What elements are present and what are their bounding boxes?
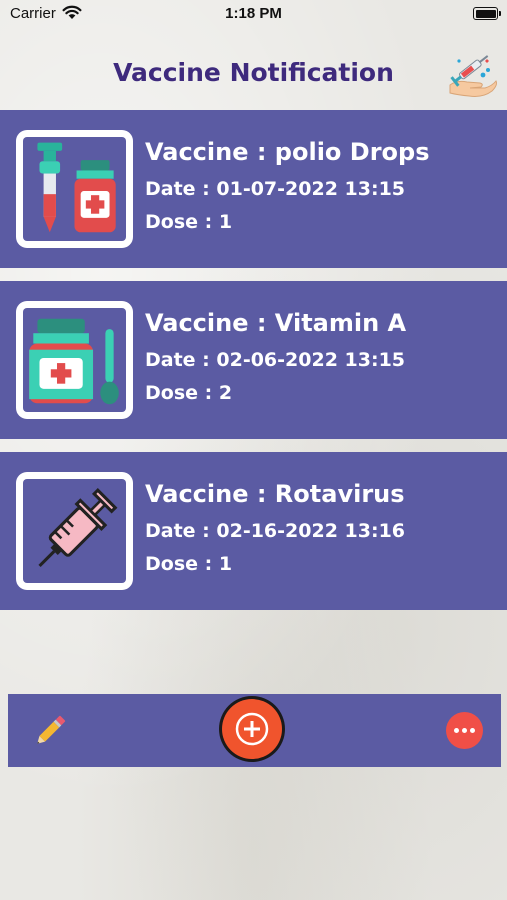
more-dots-icon[interactable] [446,712,483,749]
dropper-bottle-icon [37,142,116,233]
vaccine-hand-logo-icon [449,55,497,97]
vaccine-name: Vaccine : Rotavirus [145,480,405,508]
vaccine-card[interactable]: Vaccine : Rotavirus Date : 02-16-2022 13… [0,452,507,610]
vaccine-dose: Dose : 1 [145,211,233,233]
vaccine-date: Date : 01-07-2022 13:15 [145,178,406,200]
vaccine-date: Date : 02-06-2022 13:15 [145,349,406,371]
vaccine-dose: Dose : 2 [145,382,233,404]
bottom-toolbar [8,694,501,767]
status-time: 1:18 PM [225,5,282,22]
battery-icon [473,7,501,20]
page-title: Vaccine Notification [113,58,394,87]
pencil-icon[interactable] [30,711,70,751]
vaccine-dose: Dose : 1 [145,553,233,575]
status-bar: Carrier 1:18 PM [0,0,507,28]
vaccine-image-frame [16,301,133,419]
vaccine-image-frame [16,130,133,248]
vaccine-date: Date : 02-16-2022 13:16 [145,520,406,542]
medicine-bottle-spoon-icon [29,318,119,405]
vaccine-name: Vaccine : polio Drops [145,138,430,166]
syringe-icon [38,488,118,568]
vaccine-card[interactable]: Vaccine : Vitamin A Date : 02-06-2022 13… [0,281,507,439]
vaccine-card[interactable]: Vaccine : polio Drops Date : 01-07-2022 … [0,110,507,268]
plus-icon [235,712,269,746]
add-button[interactable] [219,696,285,762]
vaccine-image-frame [16,472,133,590]
vaccine-name: Vaccine : Vitamin A [145,309,407,337]
